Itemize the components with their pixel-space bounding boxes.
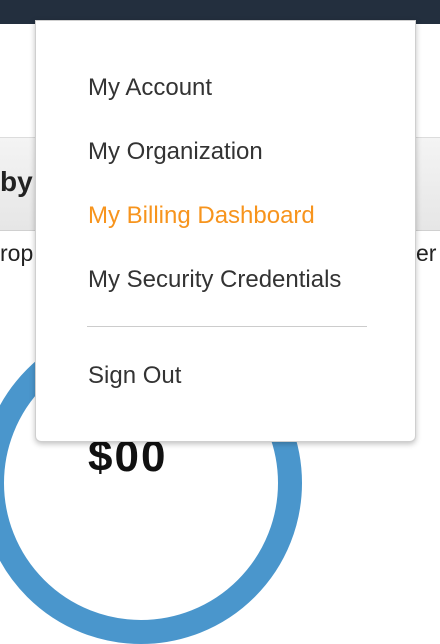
menu-item-my-security-credentials[interactable]: My Security Credentials (88, 266, 341, 294)
account-dropdown-menu: My Account My Organization My Billing Da… (35, 20, 416, 442)
menu-item-my-billing-dashboard[interactable]: My Billing Dashboard (88, 202, 315, 230)
menu-item-my-organization[interactable]: My Organization (88, 138, 263, 166)
menu-divider (87, 326, 367, 327)
menu-item-sign-out[interactable]: Sign Out (88, 362, 181, 390)
section-header-fragment: by (0, 166, 33, 197)
background-text-fragment-left: rop (0, 240, 34, 266)
background-text-fragment-right: er (416, 240, 437, 266)
menu-item-my-account[interactable]: My Account (88, 74, 212, 102)
